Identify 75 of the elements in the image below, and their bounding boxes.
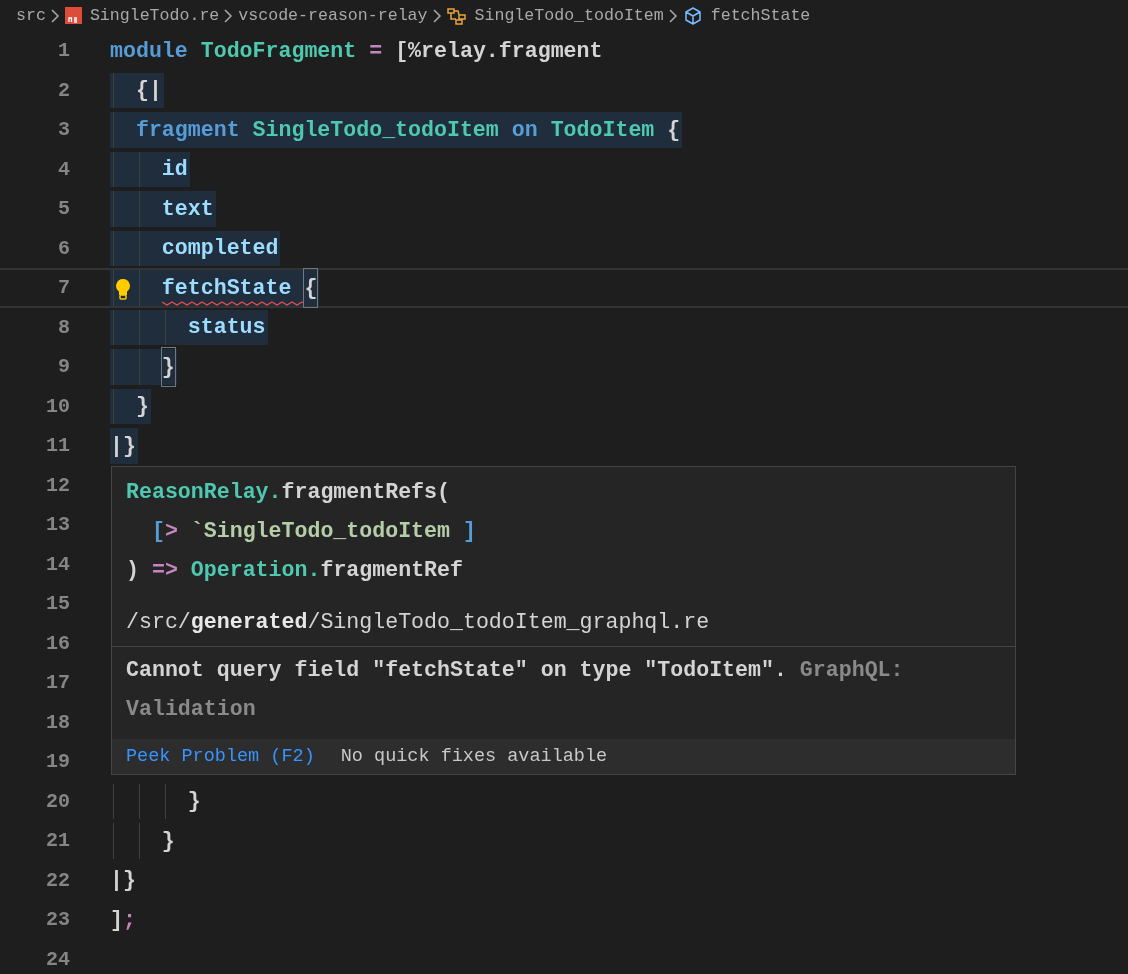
error-message: Cannot query field "fetchState" on type "TodoItem". GraphQL: Validation xyxy=(125,656,905,723)
code-token: > xyxy=(164,519,178,543)
matched-bracket: { xyxy=(304,268,318,307)
code-token: => xyxy=(151,558,178,582)
code-token: } xyxy=(161,828,175,853)
line-number: 9 xyxy=(57,355,70,379)
code-token: ReasonRelay. xyxy=(126,480,282,504)
line-number: 7 xyxy=(57,276,70,300)
chevron-icon xyxy=(50,8,60,23)
code-token: `SingleTodo_todoItem xyxy=(190,519,450,543)
line-number: 19 xyxy=(45,750,70,774)
line-number: 4 xyxy=(57,157,70,181)
line-number: 1 xyxy=(57,39,70,63)
peek-problem-link[interactable]: Peek Problem (F2) xyxy=(126,745,315,767)
code-token: |} xyxy=(110,868,136,893)
code-token: fragment xyxy=(135,117,240,142)
cube-icon xyxy=(682,5,703,26)
code-token: module xyxy=(110,38,188,63)
code-token: ) xyxy=(126,558,139,582)
code-token: [ xyxy=(151,519,165,543)
code-token: = xyxy=(369,38,383,63)
code-token: ] xyxy=(110,907,123,932)
breadcrumb-item[interactable]: SingleTodo.re xyxy=(89,6,220,25)
line-number: 15 xyxy=(45,592,70,616)
code-token: Operation. xyxy=(190,558,321,582)
lightbulb-icon[interactable] xyxy=(115,278,131,300)
line-number: 5 xyxy=(57,197,70,221)
line-number: 21 xyxy=(45,829,70,853)
line-number: 10 xyxy=(45,394,70,418)
breadcrumb-item[interactable]: SingleTodo_todoItem xyxy=(474,6,664,25)
code-token: TodoItem xyxy=(550,117,655,142)
matched-bracket: } xyxy=(161,347,175,386)
code-token: } xyxy=(187,789,201,814)
line-number: 18 xyxy=(45,710,70,734)
code-token: fragmentRefs( xyxy=(281,480,450,504)
line-number: 6 xyxy=(57,236,70,260)
code-token: {| xyxy=(135,78,162,103)
line-number: 22 xyxy=(45,868,70,892)
line-number: 12 xyxy=(45,473,70,497)
line-number: 24 xyxy=(45,947,70,971)
code-token: ; xyxy=(122,907,136,932)
line-number: 3 xyxy=(57,118,70,142)
code-token: ] xyxy=(462,519,476,543)
code-token: [%relay.fragment xyxy=(395,38,603,63)
code-token: |} xyxy=(110,433,136,458)
code-token: SingleTodo_todoItem xyxy=(252,117,499,142)
structure-icon xyxy=(446,6,467,25)
code-token: text xyxy=(161,196,214,221)
breadcrumb-item[interactable]: vscode-reason-relay xyxy=(238,6,428,25)
chevron-icon xyxy=(668,8,678,23)
code-token: { xyxy=(667,117,681,142)
chevron-icon xyxy=(224,8,234,23)
line-number: 13 xyxy=(45,513,70,537)
line-number: 17 xyxy=(45,671,70,695)
code-token: status xyxy=(187,315,266,340)
file-icon xyxy=(64,7,82,24)
line-number: 14 xyxy=(45,552,70,576)
line-number: 2 xyxy=(57,78,70,102)
line-number: 11 xyxy=(45,434,70,458)
quick-fix-note: No quick fixes available xyxy=(340,745,608,767)
code-token: id xyxy=(161,157,188,182)
code-token: completed xyxy=(161,236,279,261)
code-token: TodoFragment xyxy=(200,38,357,63)
line-number: 23 xyxy=(45,908,70,932)
line-number: 8 xyxy=(57,315,70,339)
breadcrumb-item[interactable]: src xyxy=(16,6,46,25)
code-token: fragmentRef xyxy=(320,558,463,582)
code-token: } xyxy=(135,394,149,419)
chevron-icon xyxy=(432,8,442,23)
line-number: 20 xyxy=(45,789,70,813)
code-token: on xyxy=(511,117,538,142)
code-token: fetchState xyxy=(161,275,292,300)
line-number: 16 xyxy=(45,631,70,655)
breadcrumb-item[interactable]: fetchState xyxy=(710,6,811,25)
file-path: /src/generated/SingleTodo_todoItem_graphql.re xyxy=(126,609,710,634)
